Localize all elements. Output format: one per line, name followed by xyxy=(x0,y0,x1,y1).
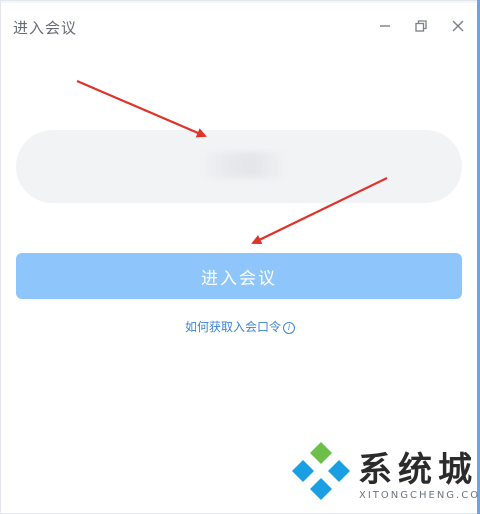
watermark-name: 系统城 xyxy=(358,450,478,490)
annotation-arrows xyxy=(76,79,388,245)
annotation-arrow-2 xyxy=(251,177,388,245)
watermark-logo-icon xyxy=(292,442,350,500)
annotation-arrow-1 xyxy=(76,79,207,138)
watermark-domain: XITONGCHENG.COM xyxy=(359,490,480,501)
